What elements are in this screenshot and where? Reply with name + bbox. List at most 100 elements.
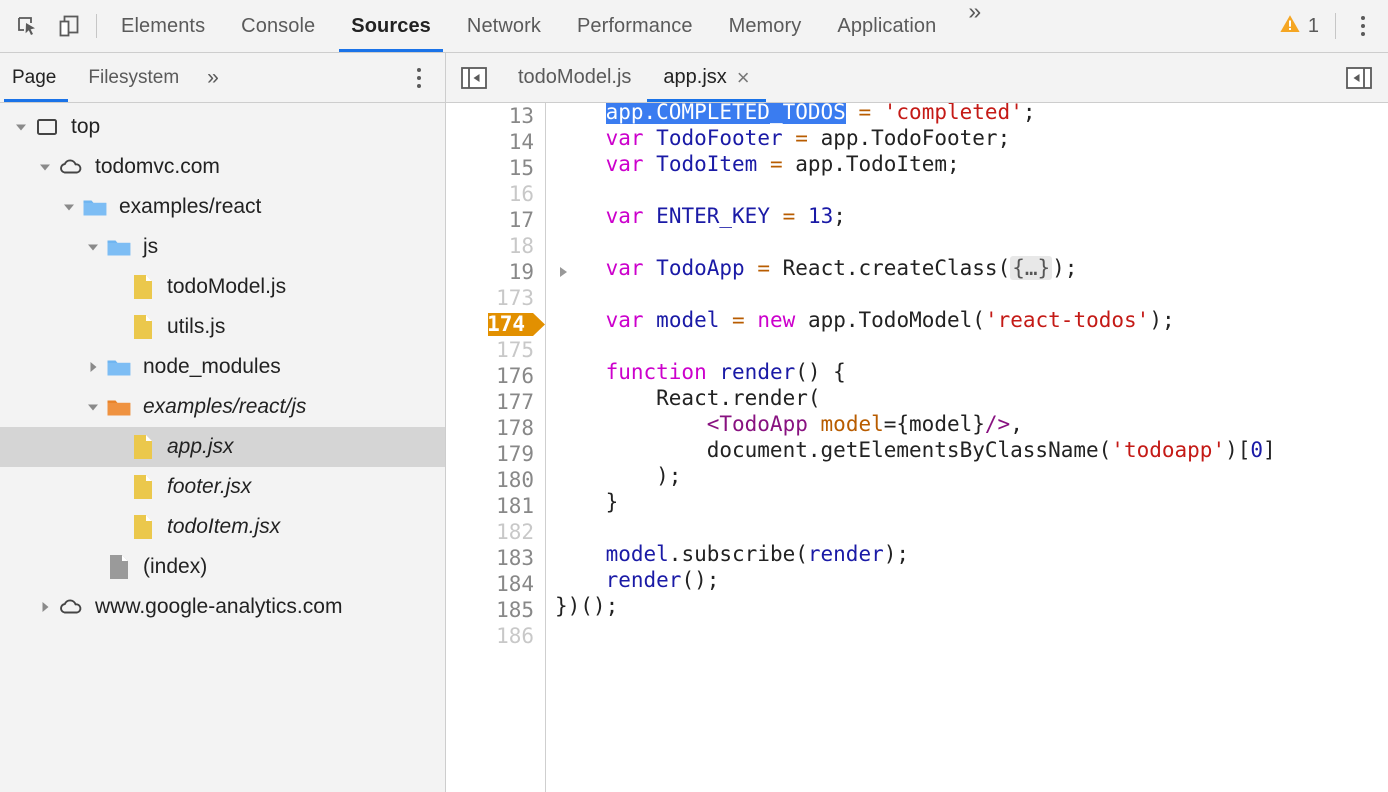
editor-tab-label: todoModel.js <box>518 66 631 89</box>
line-number[interactable]: 182 <box>446 519 545 545</box>
tree-item-examples-react-js[interactable]: examples/react/js <box>0 387 445 427</box>
code-token <box>757 152 770 176</box>
source-code-lines[interactable]: app.COMPLETED_TODOS = 'completed'; var T… <box>546 103 1388 792</box>
line-number[interactable]: 18 <box>446 233 545 259</box>
toolbar-divider-right <box>1335 13 1336 39</box>
inspect-element-icon[interactable] <box>14 13 40 39</box>
code-token: React.render( <box>555 386 821 410</box>
line-number[interactable]: 19 <box>446 259 545 285</box>
code-token: 'completed' <box>884 103 1023 124</box>
collapse-navigator-icon[interactable] <box>446 53 502 102</box>
tree-item-app-jsx[interactable]: app.jsx <box>0 427 445 467</box>
code-line[interactable]: model.subscribe(render); <box>555 541 1388 567</box>
code-line[interactable]: app.COMPLETED_TODOS = 'completed'; <box>555 103 1388 125</box>
line-number[interactable]: 13 <box>446 103 545 129</box>
line-number[interactable]: 176 <box>446 363 545 389</box>
code-line[interactable] <box>555 515 1388 541</box>
navigator-tab-page[interactable]: Page <box>0 53 72 102</box>
panel-tab-memory[interactable]: Memory <box>711 0 820 52</box>
code-editor[interactable]: 1314151617181917317417517617717817918018… <box>446 103 1388 792</box>
code-line[interactable]: var TodoApp = React.createClass({…}); <box>555 255 1388 281</box>
panel-tab-network[interactable]: Network <box>449 0 559 52</box>
code-token <box>555 204 606 228</box>
toolbar-left-icons <box>0 0 92 52</box>
line-number[interactable]: 184 <box>446 571 545 597</box>
tree-item-www-google-analytics-com[interactable]: www.google-analytics.com <box>0 587 445 627</box>
kebab-dot <box>417 68 421 72</box>
code-line[interactable] <box>555 281 1388 307</box>
code-line[interactable]: ); <box>555 463 1388 489</box>
chevron-right-icon[interactable] <box>34 600 56 614</box>
line-number[interactable]: 181 <box>446 493 545 519</box>
tree-item-todoitem-jsx[interactable]: todoItem.jsx <box>0 507 445 547</box>
editor-tab-todomodel-js[interactable]: todoModel.js <box>502 53 647 102</box>
toolbar-right-group: 1 <box>1271 0 1388 52</box>
line-number[interactable]: 173 <box>446 285 545 311</box>
panel-tab-sources[interactable]: Sources <box>333 0 449 52</box>
chevron-down-icon[interactable] <box>34 160 56 174</box>
panel-tab-application[interactable]: Application <box>819 0 954 52</box>
line-number[interactable]: 177 <box>446 389 545 415</box>
close-icon[interactable]: × <box>737 67 750 89</box>
line-number[interactable]: 183 <box>446 545 545 571</box>
toggle-debugger-sidebar-icon[interactable] <box>1330 53 1388 102</box>
line-number[interactable]: 17 <box>446 207 545 233</box>
tree-item-footer-jsx[interactable]: footer.jsx <box>0 467 445 507</box>
line-number[interactable]: 178 <box>446 415 545 441</box>
code-line[interactable]: function render() { <box>555 359 1388 385</box>
editor-tab-app-jsx[interactable]: app.jsx × <box>647 53 765 102</box>
code-line[interactable] <box>555 333 1388 359</box>
code-line[interactable]: <TodoApp model={model}/>, <box>555 411 1388 437</box>
chevron-right-icon[interactable] <box>82 360 104 374</box>
code-line[interactable]: render(); <box>555 567 1388 593</box>
code-line[interactable]: } <box>555 489 1388 515</box>
line-number[interactable]: 186 <box>446 623 545 649</box>
device-toolbar-icon[interactable] <box>56 13 82 39</box>
code-line[interactable]: })(); <box>555 593 1388 619</box>
line-number-gutter[interactable]: 1314151617181917317417517617717817918018… <box>446 103 546 792</box>
chevron-down-icon[interactable] <box>10 120 32 134</box>
navigator-tab-filesystem[interactable]: Filesystem <box>72 53 195 102</box>
code-token: ] <box>1263 438 1276 462</box>
line-number[interactable]: 15 <box>446 155 545 181</box>
line-number[interactable]: 179 <box>446 441 545 467</box>
tree-item-todomvc-com[interactable]: todomvc.com <box>0 147 445 187</box>
chevron-down-icon[interactable] <box>58 200 80 214</box>
code-line[interactable]: var ENTER_KEY = 13; <box>555 203 1388 229</box>
kebab-dot <box>1361 16 1365 20</box>
more-panels-chevron-icon[interactable]: » <box>954 0 995 52</box>
line-number[interactable]: 180 <box>446 467 545 493</box>
tree-item-js[interactable]: js <box>0 227 445 267</box>
code-token: ; <box>1023 103 1036 124</box>
line-number[interactable]: 16 <box>446 181 545 207</box>
tree-item-top[interactable]: top <box>0 107 445 147</box>
code-line[interactable]: var TodoFooter = app.TodoFooter; <box>555 125 1388 151</box>
warning-indicator[interactable]: 1 <box>1271 13 1331 40</box>
code-line[interactable]: var TodoItem = app.TodoItem; <box>555 151 1388 177</box>
code-line[interactable]: document.getElementsByClassName('todoapp… <box>555 437 1388 463</box>
navigator-menu-kebab-icon[interactable] <box>403 53 435 102</box>
code-line[interactable] <box>555 229 1388 255</box>
tree-item-examples-react[interactable]: examples/react <box>0 187 445 227</box>
code-token: = <box>783 204 796 228</box>
tree-item-todomodel-js[interactable]: todoModel.js <box>0 267 445 307</box>
chevron-down-icon[interactable] <box>82 400 104 414</box>
code-line[interactable]: React.render( <box>555 385 1388 411</box>
tree-item-utils-js[interactable]: utils.js <box>0 307 445 347</box>
line-number[interactable]: 175 <box>446 337 545 363</box>
code-line[interactable] <box>555 177 1388 203</box>
code-line[interactable] <box>555 619 1388 645</box>
line-number[interactable]: 14 <box>446 129 545 155</box>
navigator-more-chevron-icon[interactable]: » <box>195 53 231 102</box>
main-menu-kebab-icon[interactable] <box>1348 9 1378 43</box>
navigator-pane: Page Filesystem » toptodomvc.comexamples… <box>0 53 446 792</box>
code-line[interactable]: var model = new app.TodoModel('react-tod… <box>555 307 1388 333</box>
line-number[interactable]: 185 <box>446 597 545 623</box>
tree-item-node-modules[interactable]: node_modules <box>0 347 445 387</box>
breakpoint-line-number[interactable]: 174 <box>446 311 545 337</box>
chevron-down-icon[interactable] <box>82 240 104 254</box>
panel-tab-console[interactable]: Console <box>223 0 333 52</box>
panel-tab-elements[interactable]: Elements <box>103 0 223 52</box>
panel-tab-performance[interactable]: Performance <box>559 0 711 52</box>
tree-item-index[interactable]: (index) <box>0 547 445 587</box>
